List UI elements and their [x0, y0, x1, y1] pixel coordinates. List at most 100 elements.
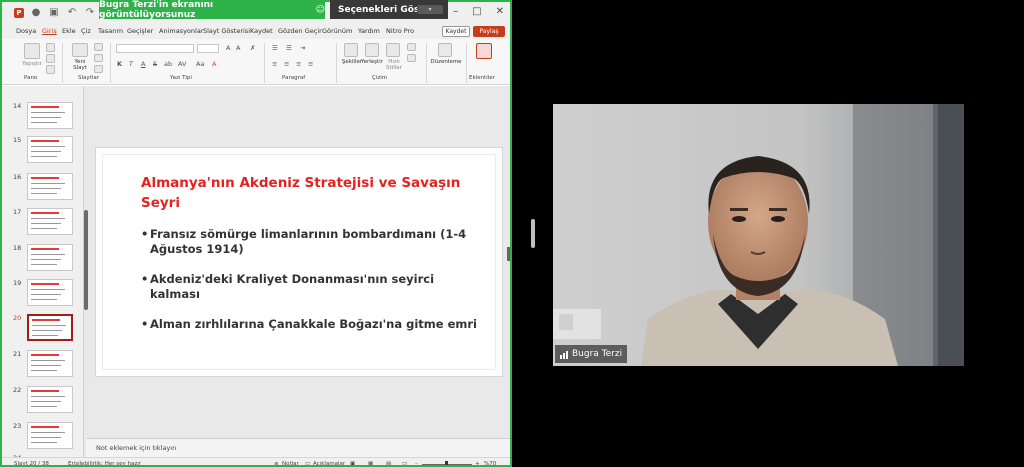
reading-view-icon[interactable]: ▤: [386, 461, 391, 465]
cut-icon[interactable]: [46, 43, 55, 52]
slide-thumbnail[interactable]: [27, 386, 73, 413]
notes-toggle[interactable]: Notlar: [282, 461, 299, 465]
tab-ekle[interactable]: Ekle: [62, 27, 76, 35]
section-icon[interactable]: [94, 65, 103, 73]
notes-icon[interactable]: ≡: [274, 461, 279, 465]
slide-sorter-icon[interactable]: ▦: [368, 461, 373, 465]
slide-bullet[interactable]: • Akdeniz'deki Kraliyet Donanması'nın sey…: [141, 272, 481, 301]
tab-kaydet[interactable]: Kaydet: [250, 27, 273, 35]
align-right-icon[interactable]: ≡: [296, 60, 301, 68]
shape-outline-icon[interactable]: [407, 54, 416, 62]
reset-icon[interactable]: [94, 54, 103, 62]
shape-fill-icon[interactable]: [407, 43, 416, 51]
shapes-icon[interactable]: [344, 43, 358, 57]
font-size-box[interactable]: [197, 44, 219, 53]
save-button[interactable]: Kaydet: [442, 26, 470, 37]
addins-icon[interactable]: [476, 43, 492, 59]
tab-gozden-gecir[interactable]: Gözden Geçir: [278, 27, 322, 35]
shadow-button[interactable]: ab: [164, 60, 172, 68]
close-icon[interactable]: ✕: [496, 6, 504, 17]
group-label-paragraf: Paragraf: [282, 75, 306, 81]
tab-gecisler[interactable]: Geçişler: [127, 27, 153, 35]
slide-bullet[interactable]: • Alman zırhlılarına Çanakkale Boğazı'na …: [141, 317, 481, 332]
tab-tasarim[interactable]: Tasarım: [98, 27, 123, 35]
slide-thumbnail[interactable]: [27, 102, 73, 129]
slideshow-icon[interactable]: ▭: [402, 461, 407, 465]
slide-thumbnail[interactable]: [27, 350, 73, 377]
share-button[interactable]: Paylaş: [473, 26, 505, 37]
comments-toggle[interactable]: Açıklamalar: [313, 461, 345, 465]
slide-canvas[interactable]: Almanya'nın Akdeniz Stratejisi ve Savaşı…: [96, 148, 502, 376]
quick-styles-line2[interactable]: Stiller: [380, 65, 408, 71]
editing-label[interactable]: Düzenleme: [428, 59, 464, 65]
tab-gorunum[interactable]: Görünüm: [322, 27, 352, 35]
align-center-icon[interactable]: ≡: [284, 60, 289, 68]
slide-thumbnail-active[interactable]: [27, 314, 73, 341]
copy-icon[interactable]: [46, 54, 55, 63]
tab-animasyonlar[interactable]: Animasyonlar: [159, 27, 203, 35]
align-left-icon[interactable]: ≡: [272, 60, 277, 68]
undo-icon[interactable]: ↶: [66, 7, 78, 19]
spacing-button[interactable]: AV: [178, 60, 186, 68]
zoom-slider-knob[interactable]: [445, 461, 448, 465]
normal-view-icon[interactable]: ▣: [350, 461, 355, 465]
slide-title[interactable]: Almanya'nın Akdeniz Stratejisi ve Savaşı…: [141, 173, 471, 213]
tab-dosya[interactable]: Dosya: [16, 27, 36, 35]
font-family-box[interactable]: [116, 44, 194, 53]
slide-thumbnail[interactable]: [27, 136, 73, 163]
arrange-icon[interactable]: [365, 43, 379, 57]
slide-thumbnail[interactable]: [27, 208, 73, 235]
justify-icon[interactable]: ≡: [308, 60, 313, 68]
zoom-level[interactable]: %70: [484, 461, 496, 465]
view-options-button[interactable]: Seçenekleri Göster ▾: [330, 0, 448, 19]
notes-pane[interactable]: Not eklemek için tıklayın: [86, 438, 510, 457]
change-case-button[interactable]: Aa: [196, 60, 204, 68]
editor-scrollbar[interactable]: [507, 247, 510, 261]
participant-video[interactable]: [553, 104, 964, 366]
tab-slayt-gosterisi[interactable]: Slayt Gösterisi: [203, 27, 250, 35]
strikethrough-button[interactable]: S: [153, 60, 157, 68]
new-slide-line2[interactable]: Slayt: [66, 65, 94, 71]
group-label-slaytlar: Slaytlar: [78, 75, 99, 81]
maximize-icon[interactable]: □: [472, 6, 481, 17]
zoom-out-icon[interactable]: –: [415, 461, 418, 465]
shrink-font-icon[interactable]: A: [236, 44, 240, 52]
numbering-icon[interactable]: ☰: [286, 44, 292, 52]
layout-icon[interactable]: [94, 43, 103, 51]
slide-thumbnail[interactable]: [27, 422, 73, 449]
tab-giris[interactable]: Giriş: [42, 27, 57, 35]
bullets-icon[interactable]: ☰: [272, 44, 278, 52]
grow-font-icon[interactable]: A: [226, 44, 230, 52]
accessibility-status[interactable]: Erişilebilirlik: Her şey hazır: [68, 461, 141, 465]
paste-button-label[interactable]: Yapıştır: [17, 61, 47, 67]
paste-icon[interactable]: [24, 43, 40, 59]
comments-icon[interactable]: ▭: [305, 461, 310, 465]
autosave-icon[interactable]: ●: [30, 7, 42, 19]
ribbon-home: Yapıştır Yeni Slayt A A ✗ K T A S ab AV …: [2, 39, 510, 85]
thumbnail-number: 19: [13, 279, 22, 287]
quick-styles-icon[interactable]: [386, 43, 400, 57]
tab-nitro-pro[interactable]: Nitro Pro: [386, 27, 414, 35]
font-color-button[interactable]: A: [212, 60, 216, 68]
tab-yardim[interactable]: Yardım: [358, 27, 380, 35]
italic-button[interactable]: T: [129, 60, 133, 68]
ribbon-separator: [466, 43, 467, 83]
clear-format-icon[interactable]: ✗: [250, 44, 255, 52]
slide-bullet[interactable]: • Fransız sömürge limanlarının bombardıma…: [141, 227, 481, 256]
slide-thumbnail[interactable]: [27, 244, 73, 271]
redo-icon[interactable]: ↷: [84, 7, 96, 19]
thumbnail-scrollbar[interactable]: [84, 210, 88, 310]
save-icon[interactable]: ▣: [48, 7, 60, 19]
underline-button[interactable]: A: [141, 60, 145, 68]
indent-icon[interactable]: ⇥: [300, 44, 305, 52]
bold-button[interactable]: K: [117, 60, 122, 68]
new-slide-icon[interactable]: [72, 43, 88, 57]
slide-thumbnail[interactable]: [27, 279, 73, 306]
editing-icon[interactable]: [438, 43, 452, 57]
format-painter-icon[interactable]: [46, 65, 55, 74]
minimize-icon[interactable]: –: [453, 6, 458, 17]
tab-ciz[interactable]: Çiz: [81, 27, 91, 35]
split-view-divider[interactable]: [531, 219, 535, 248]
slide-thumbnail[interactable]: [27, 173, 73, 200]
zoom-in-icon[interactable]: +: [475, 461, 480, 465]
